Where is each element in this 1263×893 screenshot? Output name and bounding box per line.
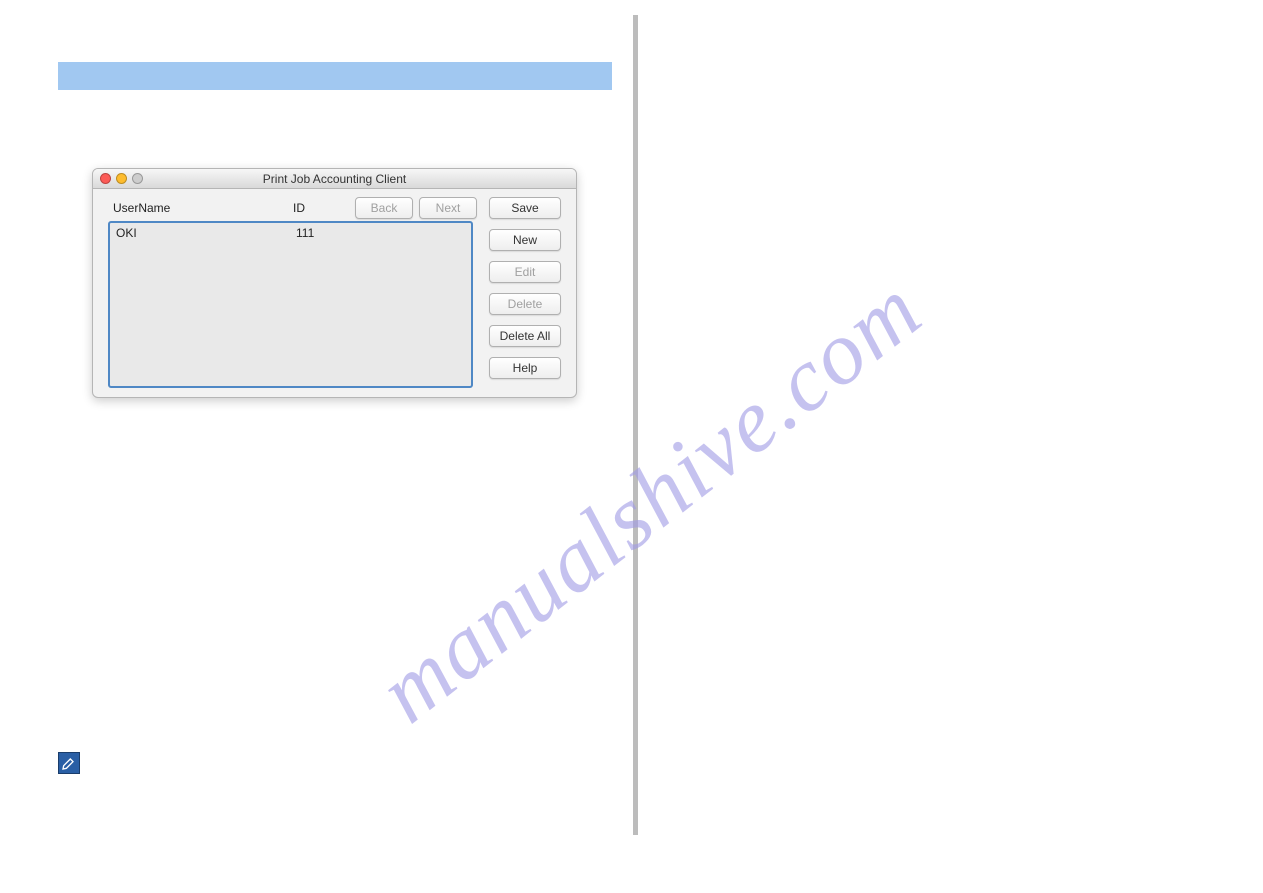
column-header-username: UserName [113,201,170,215]
section-highlight-band [58,62,612,90]
window-titlebar: Print Job Accounting Client [93,169,576,189]
edit-button[interactable]: Edit [489,261,561,283]
delete-button[interactable]: Delete [489,293,561,315]
cell-username: OKI [116,226,296,240]
list-item[interactable]: OKI 111 [110,223,471,243]
cell-id: 111 [296,226,376,240]
page-root: manualshive.com Print Job Accounting Cli… [0,0,1263,893]
help-button[interactable]: Help [489,357,561,379]
window-title: Print Job Accounting Client [93,172,576,186]
user-list[interactable]: OKI 111 [108,221,473,388]
delete-all-button[interactable]: Delete All [489,325,561,347]
dialog-window: Print Job Accounting Client UserName ID … [92,168,577,398]
memo-icon [58,752,80,774]
next-button[interactable]: Next [419,197,477,219]
back-button[interactable]: Back [355,197,413,219]
new-button[interactable]: New [489,229,561,251]
column-header-id: ID [293,201,305,215]
window-body: UserName ID Back Next Save New Edit Dele… [93,189,576,397]
save-button[interactable]: Save [489,197,561,219]
column-divider [633,15,638,835]
watermark-text: manualshive.com [159,9,1142,893]
